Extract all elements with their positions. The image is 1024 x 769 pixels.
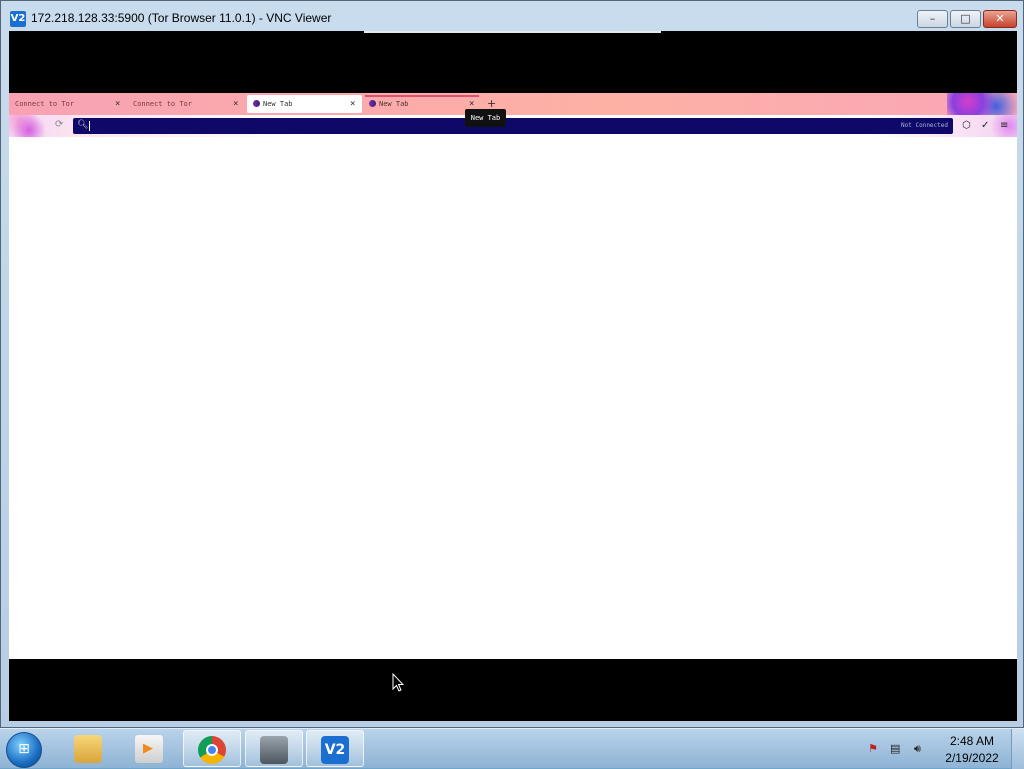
title-bar[interactable]: V2 172.218.128.33:5900 (Tor Browser 11.0… (1, 1, 1023, 31)
close-icon: ✕ (995, 12, 1005, 25)
tab-connect-to-tor-2[interactable]: Connect to Tor × (127, 95, 245, 113)
tab-close-icon[interactable]: × (233, 99, 238, 109)
tab-new-tab[interactable]: New Tab × (365, 95, 480, 113)
tab-close-icon[interactable]: × (469, 99, 474, 109)
tor-circuit-icon[interactable]: ✓ (981, 120, 989, 131)
tab-label: Connect to Tor (15, 100, 75, 108)
tab-label: New Tab (263, 100, 293, 108)
connection-status: Not Connected (901, 122, 948, 129)
clock-time: 2:48 AM (949, 734, 995, 748)
taskbar-vnc-viewer[interactable]: V2 (306, 730, 364, 767)
toolbar-decoration (947, 93, 1017, 115)
vnc-toolbar-handle[interactable] (364, 31, 661, 33)
tor-favicon-icon (253, 100, 260, 107)
menu-icon[interactable]: ≡ (1000, 120, 1008, 131)
clock-date: 2/19/2022 (945, 751, 999, 765)
shield-icon[interactable]: ⬡ (962, 120, 971, 131)
vnc-viewer-window: V2 172.218.128.33:5900 (Tor Browser 11.0… (0, 0, 1024, 728)
folder-icon (74, 735, 102, 763)
minimize-icon: – (929, 12, 936, 25)
windows-logo-icon: ⊞ (18, 741, 30, 757)
tab-label: Connect to Tor (133, 100, 193, 108)
minimize-button[interactable]: – (917, 10, 948, 28)
tab-close-icon[interactable]: × (350, 99, 355, 109)
start-button[interactable]: ⊞ (6, 732, 42, 768)
show-desktop-button[interactable] (1011, 729, 1024, 769)
tor-favicon-icon (369, 100, 376, 107)
tab-new-tab-active[interactable]: New Tab × (247, 95, 362, 113)
vnc-logo-icon: V2 (10, 11, 26, 27)
window-title: 172.218.128.33:5900 (Tor Browser 11.0.1)… (31, 11, 332, 25)
tab-connect-to-tor-1[interactable]: Connect to Tor × (9, 95, 127, 113)
maximize-icon: □ (960, 12, 971, 25)
network-icon[interactable]: ▤ (890, 742, 904, 756)
close-button[interactable]: ✕ (983, 10, 1017, 28)
text-caret (89, 121, 90, 131)
url-bar[interactable]: 🔍︎ Not Connected (73, 118, 953, 134)
taskbar-chrome[interactable] (183, 730, 241, 767)
search-icon: 🔍︎ (77, 120, 89, 130)
remote-display[interactable]: Connect to Tor × Connect to Tor × New Ta… (9, 31, 1017, 721)
tab-loading-indicator (365, 95, 479, 97)
vnc-icon: V2 (321, 736, 349, 764)
chrome-icon (198, 736, 226, 764)
tab-label: New Tab (379, 100, 409, 108)
new-tab-tooltip: New Tab (465, 109, 506, 127)
page-content[interactable] (9, 137, 1017, 659)
system-clock[interactable]: 2:48 AM 2/19/2022 (936, 733, 1008, 767)
reload-icon[interactable]: ⟳ (55, 119, 63, 130)
tab-strip: Connect to Tor × Connect to Tor × New Ta… (9, 93, 1017, 115)
taskbar-media-player[interactable] (121, 730, 179, 767)
taskbar-network-app[interactable] (245, 730, 303, 767)
maximize-button[interactable]: □ (950, 10, 981, 28)
lock-network-icon (260, 736, 288, 764)
toolbar-decoration (9, 115, 59, 137)
tab-close-icon[interactable]: × (115, 99, 120, 109)
media-player-icon (135, 735, 163, 763)
tor-browser: Connect to Tor × Connect to Tor × New Ta… (9, 93, 1017, 659)
action-center-flag-icon[interactable]: ⚑ (868, 742, 882, 756)
taskbar-explorer[interactable] (60, 730, 118, 767)
volume-icon[interactable]: 🔊︎ (914, 742, 928, 756)
taskbar: ⊞ V2 ⚑ ▤ 🔊︎ 2:48 AM 2/19/2022 (0, 728, 1024, 769)
